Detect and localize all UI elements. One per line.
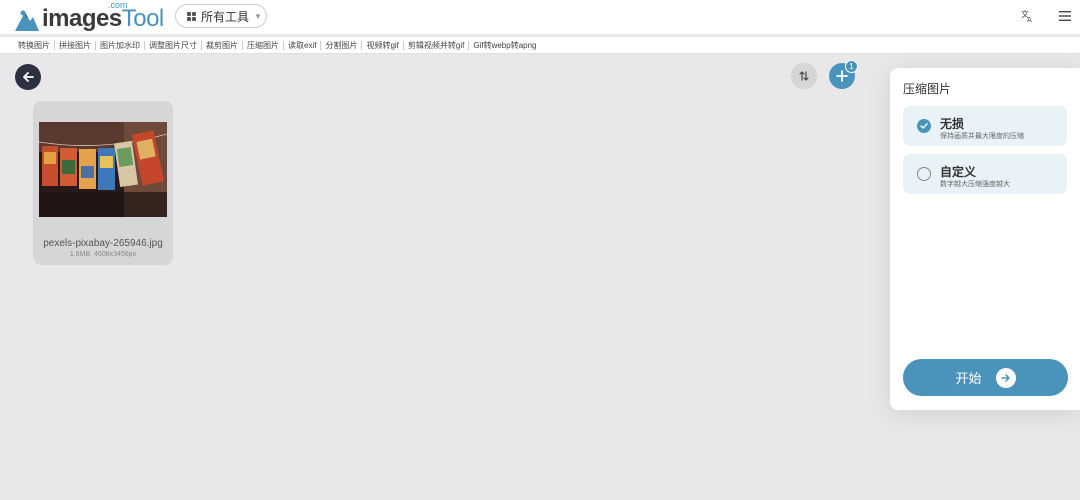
caret-down-icon: ▼: [254, 11, 262, 21]
sort-button[interactable]: [791, 63, 817, 89]
nav-compress[interactable]: 压缩图片: [243, 40, 284, 50]
nav-watermark[interactable]: 图片加水印: [96, 40, 145, 50]
back-button[interactable]: [15, 64, 41, 90]
svg-text:A: A: [1027, 16, 1032, 23]
panel-title: 压缩图片: [903, 82, 952, 96]
start-button[interactable]: 开始: [903, 359, 1068, 396]
sort-arrows-icon: [799, 71, 809, 81]
grid-icon: [187, 11, 196, 21]
option-lossless-desc: 保持画质并最大限度的压缩: [940, 133, 1024, 140]
logo-mountain-icon: [14, 8, 40, 32]
file-name: pexels-pixabay-265946.jpg: [43, 238, 163, 249]
radio-unchecked-icon: [917, 167, 931, 181]
option-custom-desc: 数字越大压缩强度越大: [940, 181, 1010, 188]
file-count-badge: 1: [845, 60, 858, 73]
logo-domain: .com: [108, 0, 128, 10]
option-custom[interactable]: 自定义 数字越大压缩强度越大: [903, 154, 1067, 194]
option-lossless-title: 无损: [940, 117, 965, 131]
file-card[interactable]: pexels-pixabay-265946.jpg 1.6MB 4608x345…: [33, 101, 173, 265]
start-label: 开始: [955, 371, 982, 386]
checked-icon: [917, 119, 931, 133]
all-tools-dropdown[interactable]: 所有工具 ▼: [175, 4, 267, 28]
top-header: imagesTool .com 所有工具 ▼ 文 A: [0, 0, 1080, 34]
file-dimensions: 4608x3456px: [94, 251, 137, 258]
file-size: 1.6MB: [69, 251, 91, 258]
option-custom-title: 自定义: [940, 165, 977, 179]
arrow-right-icon: [995, 367, 1016, 388]
image-thumbnail: [39, 122, 167, 217]
nav-clip-video-gif[interactable]: 剪辑视频并转gif: [404, 40, 470, 50]
translate-icon[interactable]: 文 A: [1020, 8, 1036, 24]
hamburger-menu-icon[interactable]: [1057, 8, 1073, 24]
arrow-left-icon: [23, 72, 34, 82]
nav-convert-image[interactable]: 转换图片: [18, 40, 55, 50]
nav-gif-webp-apng[interactable]: Gif转webp转apng: [469, 41, 540, 50]
site-logo[interactable]: imagesTool: [14, 2, 164, 32]
all-tools-label: 所有工具: [201, 9, 250, 24]
tool-nav: 转换图片 拼接图片 图片加水印 调整图片尺寸 裁剪图片 压缩图片 读取exif …: [0, 36, 1080, 54]
nav-video-to-gif[interactable]: 视频转gif: [362, 40, 404, 50]
file-meta: 1.6MB 4608x3456px: [33, 251, 173, 258]
compress-settings-panel: 压缩图片 无损 保持画质并最大限度的压缩 自定义 数字越大压缩强度越大 开始: [890, 68, 1080, 410]
plus-icon: [836, 70, 848, 82]
nav-read-exif[interactable]: 读取exif: [284, 40, 322, 50]
nav-crop[interactable]: 裁剪图片: [202, 40, 243, 50]
option-lossless[interactable]: 无损 保持画质并最大限度的压缩: [903, 106, 1067, 146]
nav-split-image[interactable]: 分割图片: [321, 40, 363, 50]
logo-text: imagesTool: [42, 5, 164, 32]
nav-resize[interactable]: 调整图片尺寸: [145, 40, 202, 50]
nav-stitch-image[interactable]: 拼接图片: [55, 40, 96, 50]
